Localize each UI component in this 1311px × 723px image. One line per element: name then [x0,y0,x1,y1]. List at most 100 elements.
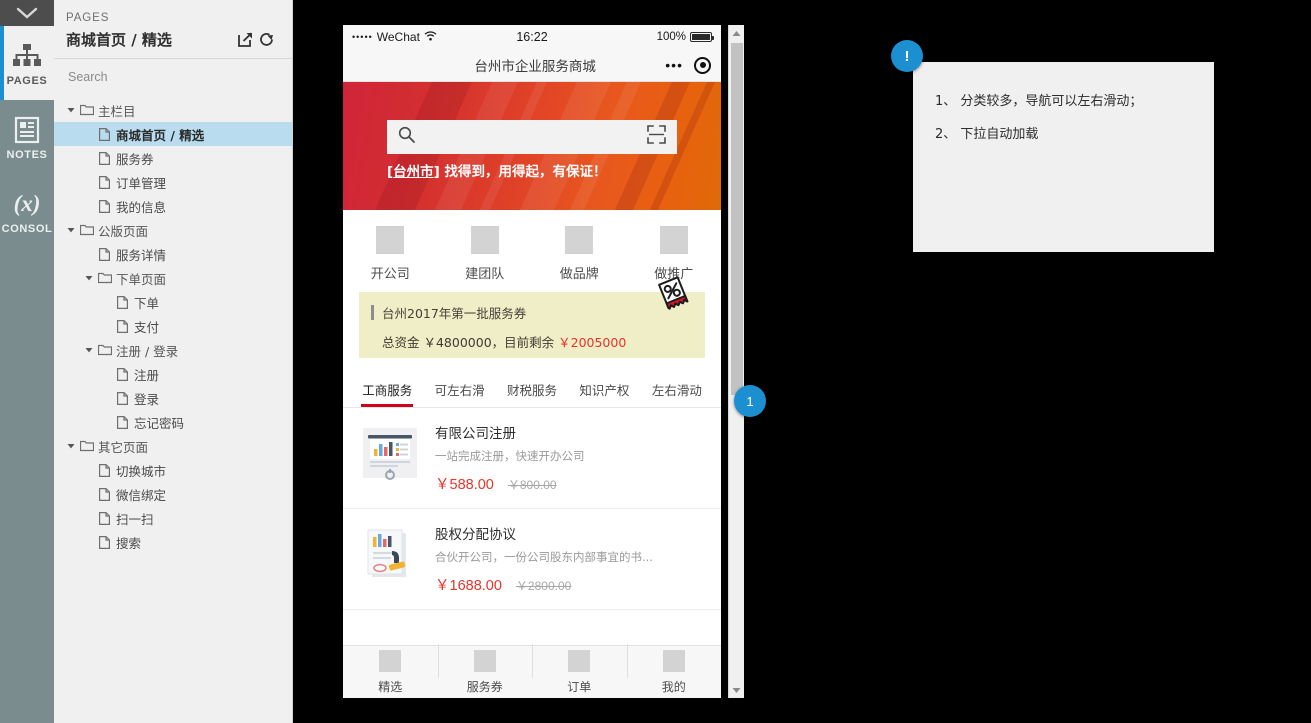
tree-page[interactable]: 订单管理 [54,170,292,194]
tree-page[interactable]: 商城首页 / 精选 [54,122,292,146]
phone-preview: ••••• WeChat 16:22 100% 台州市企业服务商城 ••• [台… [343,25,721,698]
tree-page[interactable]: 登录 [54,386,292,410]
page-icon [96,511,113,525]
tree-folder[interactable]: 注册 / 登录 [54,338,292,362]
tree-page[interactable]: 注册 [54,362,292,386]
triangle-up-icon[interactable] [729,25,744,41]
tree-folder[interactable]: 下单页面 [54,266,292,290]
category-tab[interactable]: 左右滑动 [641,380,713,407]
battery-percent-label: 100% [656,31,686,43]
tabbar-item[interactable]: 我的 [626,643,722,695]
note-line: 2、 下拉自动加载 [935,127,1039,142]
tree-item-label: 主栏目 [98,103,136,119]
sidebar-item-notes[interactable]: NOTES [0,100,54,174]
tabbar-item[interactable]: 服务券 [437,643,533,695]
clock-label: 16:22 [516,30,548,44]
tree-item-label: 扫一扫 [116,511,154,527]
category-tab[interactable]: 可左右滑 [423,380,495,407]
caret-down-icon[interactable] [64,107,78,113]
tree-page[interactable]: 服务券 [54,146,292,170]
tree-page[interactable]: 下单 [54,290,292,314]
page-icon [96,247,113,261]
preview-scrollbar[interactable] [728,25,744,698]
tree-page[interactable]: 扫一扫 [54,506,292,530]
more-dots-icon[interactable]: ••• [665,58,683,72]
tabbar-item[interactable]: 订单 [532,643,627,695]
category-tab[interactable]: 工商服务 [351,380,423,407]
tabbar-item[interactable]: 精选 [343,649,438,695]
tree-folder[interactable]: 其它页面 [54,434,292,458]
hero-slogan-text: 找得到，用得起，有保证！ [444,164,607,180]
tree-page[interactable]: 支付 [54,314,292,338]
caret-down-icon[interactable] [64,443,78,449]
scan-qr-icon[interactable] [647,125,666,149]
ios-status-bar: ••••• WeChat 16:22 100% [343,25,721,49]
tree-folder[interactable]: 公版页面 [54,218,292,242]
reload-icon[interactable] [256,30,278,50]
tabbar-item-label: 订单 [567,679,592,694]
triangle-down-icon[interactable] [729,682,744,698]
open-external-icon[interactable] [234,30,256,50]
sidebar-item-label: PAGES [6,75,48,87]
sitemap-icon [12,39,42,73]
placeholder-icon [470,226,499,254]
tree-page[interactable]: 我的信息 [54,194,292,218]
search-input[interactable] [68,68,278,86]
tree-page[interactable]: 微信绑定 [54,482,292,506]
product-desc: 合伙开公司，一份公司股东内部事宜的书... [435,550,653,564]
coupon-total-label: 总资金 ￥4800000，目前剩余 [382,335,559,350]
placeholder-icon [473,649,496,672]
tree-item-label: 切换城市 [116,463,167,479]
tree-item-label: 服务券 [116,151,154,167]
caret-down-icon[interactable] [64,227,78,233]
category-tab[interactable]: 知识产权 [568,380,640,407]
caret-down-icon[interactable] [82,275,96,281]
scrollbar-thumb[interactable] [731,43,743,395]
hero-search-bar[interactable] [387,120,677,154]
product-desc: 一站完成注册，快速开办公司 [435,449,585,463]
folder-icon [78,224,95,236]
annotation-marker-1[interactable]: 1 [734,385,766,417]
product-price: ￥1688.00 [435,578,502,594]
coupon-accent-bar [371,305,374,320]
signal-dots-icon: ••••• [352,32,373,42]
tree-page[interactable]: 切换城市 [54,458,292,482]
product-old-price: ￥800.00 [507,478,557,492]
sidebar-item-label: CONSOL [1,223,53,235]
folder-icon [78,104,95,116]
close-circle-icon[interactable] [694,56,711,74]
tree-page[interactable]: 服务详情 [54,242,292,266]
tree-item-label: 公版页面 [98,223,149,239]
quick-entry-label: 建团队 [465,267,505,282]
tree-item-label: 搜索 [116,535,142,551]
sidebar-item-pages[interactable]: PAGES [0,26,54,100]
quick-entry[interactable]: 做品牌 [532,226,627,282]
page-icon [96,151,113,165]
tree-folder[interactable]: 主栏目 [54,98,292,122]
placeholder-icon [659,226,688,254]
collapse-panel-button[interactable] [0,0,54,26]
product-list: 有限公司注册 一站完成注册，快速开办公司 ￥588.00 ￥800.00 股权分配协议合… [343,408,721,610]
sidebar-item-console[interactable]: (x) CONSOL [0,174,54,248]
page-icon [114,415,131,429]
product-item[interactable]: 股权分配协议 合伙开公司，一份公司股东内部事宜的书... ￥1688.00 ￥2800… [343,509,721,610]
quick-entry[interactable]: 建团队 [438,226,533,282]
tabbar-item-label: 服务券 [466,679,503,694]
page-icon [96,175,113,189]
product-price: ￥588.00 [435,477,494,493]
canvas-area: ••••• WeChat 16:22 100% 台州市企业服务商城 ••• [台… [293,0,1311,723]
tree-page[interactable]: 忘记密码 [54,410,292,434]
quick-entry[interactable]: 开公司 [343,226,438,282]
coupon-remaining-amount: ￥2005000 [558,335,627,350]
search-field-wrapper [54,59,292,96]
coupon-banner[interactable]: 台州2017年第一批服务券 总资金 ￥4800000，目前剩余 ￥2005000 [359,276,705,358]
chevron-down-icon [16,7,38,19]
tree-page[interactable]: 搜索 [54,530,292,554]
page-icon [96,127,113,141]
product-title: 有限公司注册 [435,426,516,442]
category-tab[interactable]: 财税服务 [496,380,568,407]
page-icon [114,367,131,381]
note-badge-icon: ! [891,40,923,72]
product-item[interactable]: 有限公司注册一站完成注册，快速开办公司 ￥588.00 ￥800.00 [343,408,721,509]
caret-down-icon[interactable] [82,347,96,353]
